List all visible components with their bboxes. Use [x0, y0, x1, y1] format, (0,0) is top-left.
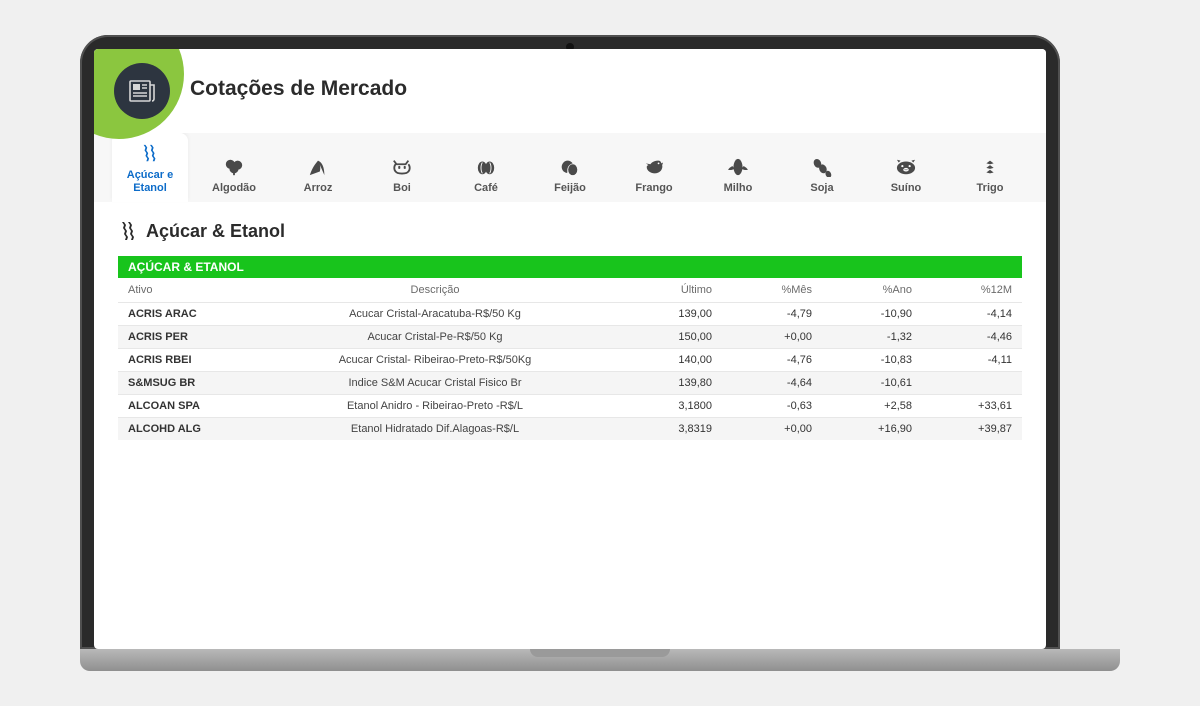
- tab-boi[interactable]: Boi: [364, 146, 440, 203]
- cell-ultimo: 140,00: [622, 349, 722, 372]
- cell-m12: -4,11: [922, 349, 1022, 372]
- cotton-icon: [220, 156, 248, 178]
- section-title-text: Açúcar & Etanol: [146, 221, 285, 242]
- corn-icon: [724, 156, 752, 178]
- tab-label: Feijão: [554, 182, 586, 195]
- cell-descricao: Acucar Cristal-Pe-R$/50 Kg: [248, 326, 622, 349]
- tab-label: Algodão: [212, 182, 256, 195]
- cell-descricao: Acucar Cristal- Ribeirao-Preto-R$/50Kg: [248, 349, 622, 372]
- beans-icon: [556, 156, 584, 178]
- cell-ano: +2,58: [822, 395, 922, 418]
- cell-ultimo: 3,1800: [622, 395, 722, 418]
- cell-m12: +39,87: [922, 418, 1022, 441]
- quotes-section: Açúcar & Etanol AÇÚCAR & ETANOL Ativo De…: [94, 202, 1046, 458]
- col-mes: %Mês: [722, 278, 822, 303]
- tab-label: Boi: [393, 182, 411, 195]
- tab-frango[interactable]: Frango: [616, 146, 692, 203]
- quotes-table: Ativo Descrição Último %Mês %Ano %12M AC…: [118, 278, 1022, 440]
- table-row[interactable]: ALCOAN SPAEtanol Anidro - Ribeirao-Preto…: [118, 395, 1022, 418]
- sugarcane-icon: [136, 143, 164, 165]
- chicken-icon: [640, 156, 668, 178]
- cell-mes: -4,79: [722, 303, 822, 326]
- cell-ativo: ACRIS ARAC: [118, 303, 248, 326]
- tab-label: Milho: [724, 182, 753, 195]
- cell-mes: -0,63: [722, 395, 822, 418]
- cell-ultimo: 139,80: [622, 372, 722, 395]
- cell-ultimo: 150,00: [622, 326, 722, 349]
- page-header: Cotações de Mercado: [94, 49, 1046, 133]
- newspaper-icon: [129, 80, 155, 102]
- cell-m12: -4,14: [922, 303, 1022, 326]
- tab-acucar-etanol[interactable]: Açúcar e Etanol: [112, 133, 188, 202]
- col-descricao: Descrição: [248, 278, 622, 303]
- header-icon-circle: [114, 63, 170, 119]
- tab-feijao[interactable]: Feijão: [532, 146, 608, 203]
- cell-mes: -4,64: [722, 372, 822, 395]
- tab-label: Açúcar e Etanol: [114, 169, 186, 194]
- wheat-icon: [976, 156, 1004, 178]
- col-ultimo: Último: [622, 278, 722, 303]
- cell-ano: -10,61: [822, 372, 922, 395]
- tab-algodao[interactable]: Algodão: [196, 146, 272, 203]
- tab-label: Café: [474, 182, 498, 195]
- tab-trigo[interactable]: Trigo: [952, 146, 1028, 203]
- tab-milho[interactable]: Milho: [700, 146, 776, 203]
- cell-ativo: ACRIS RBEI: [118, 349, 248, 372]
- cell-ultimo: 139,00: [622, 303, 722, 326]
- table-row[interactable]: ALCOHD ALGEtanol Hidratado Dif.Alagoas-R…: [118, 418, 1022, 441]
- cell-ano: -10,90: [822, 303, 922, 326]
- table-band: AÇÚCAR & ETANOL: [118, 256, 1022, 278]
- table-row[interactable]: ACRIS ARACAcucar Cristal-Aracatuba-R$/50…: [118, 303, 1022, 326]
- sugarcane-icon: [118, 220, 136, 242]
- cell-mes: +0,00: [722, 418, 822, 441]
- col-ativo: Ativo: [118, 278, 248, 303]
- cell-ano: -1,32: [822, 326, 922, 349]
- cell-descricao: Etanol Hidratado Dif.Alagoas-R$/L: [248, 418, 622, 441]
- col-m12: %12M: [922, 278, 1022, 303]
- cow-icon: [388, 156, 416, 178]
- cell-ultimo: 3,8319: [622, 418, 722, 441]
- cell-m12: +33,61: [922, 395, 1022, 418]
- tab-suino[interactable]: Suíno: [868, 146, 944, 203]
- cell-mes: +0,00: [722, 326, 822, 349]
- table-row[interactable]: ACRIS PERAcucar Cristal-Pe-R$/50 Kg150,0…: [118, 326, 1022, 349]
- commodity-tabs: Açúcar e Etanol Algodão Arroz Boi Café Feijão…: [94, 133, 1046, 202]
- table-row[interactable]: S&MSUG BRIndice S&M Acucar Cristal Fisic…: [118, 372, 1022, 395]
- section-heading: Açúcar & Etanol: [118, 220, 1022, 242]
- screen: Cotações de Mercado Açúcar e Etanol Algod…: [94, 49, 1046, 649]
- cell-ano: -10,83: [822, 349, 922, 372]
- tab-cafe[interactable]: Café: [448, 146, 524, 203]
- cell-descricao: Acucar Cristal-Aracatuba-R$/50 Kg: [248, 303, 622, 326]
- tab-soja[interactable]: Soja: [784, 146, 860, 203]
- table-header-row: Ativo Descrição Último %Mês %Ano %12M: [118, 278, 1022, 303]
- tab-arroz[interactable]: Arroz: [280, 146, 356, 203]
- cell-m12: -4,46: [922, 326, 1022, 349]
- cell-mes: -4,76: [722, 349, 822, 372]
- tab-label: Frango: [635, 182, 672, 195]
- coffee-icon: [472, 156, 500, 178]
- cell-ativo: ACRIS PER: [118, 326, 248, 349]
- tab-label: Soja: [810, 182, 833, 195]
- cell-ativo: S&MSUG BR: [118, 372, 248, 395]
- cell-descricao: Indice S&M Acucar Cristal Fisico Br: [248, 372, 622, 395]
- table-row[interactable]: ACRIS RBEIAcucar Cristal- Ribeirao-Preto…: [118, 349, 1022, 372]
- tab-label: Trigo: [977, 182, 1004, 195]
- cell-ano: +16,90: [822, 418, 922, 441]
- cell-ativo: ALCOAN SPA: [118, 395, 248, 418]
- rice-icon: [304, 156, 332, 178]
- laptop-frame: Cotações de Mercado Açúcar e Etanol Algod…: [80, 35, 1060, 649]
- cell-m12: [922, 372, 1022, 395]
- laptop-base: [80, 649, 1120, 671]
- col-ano: %Ano: [822, 278, 922, 303]
- tab-label: Suíno: [891, 182, 922, 195]
- cell-ativo: ALCOHD ALG: [118, 418, 248, 441]
- page-title: Cotações de Mercado: [190, 77, 407, 101]
- soy-icon: [808, 156, 836, 178]
- tab-label: Arroz: [304, 182, 333, 195]
- pig-icon: [892, 156, 920, 178]
- cell-descricao: Etanol Anidro - Ribeirao-Preto -R$/L: [248, 395, 622, 418]
